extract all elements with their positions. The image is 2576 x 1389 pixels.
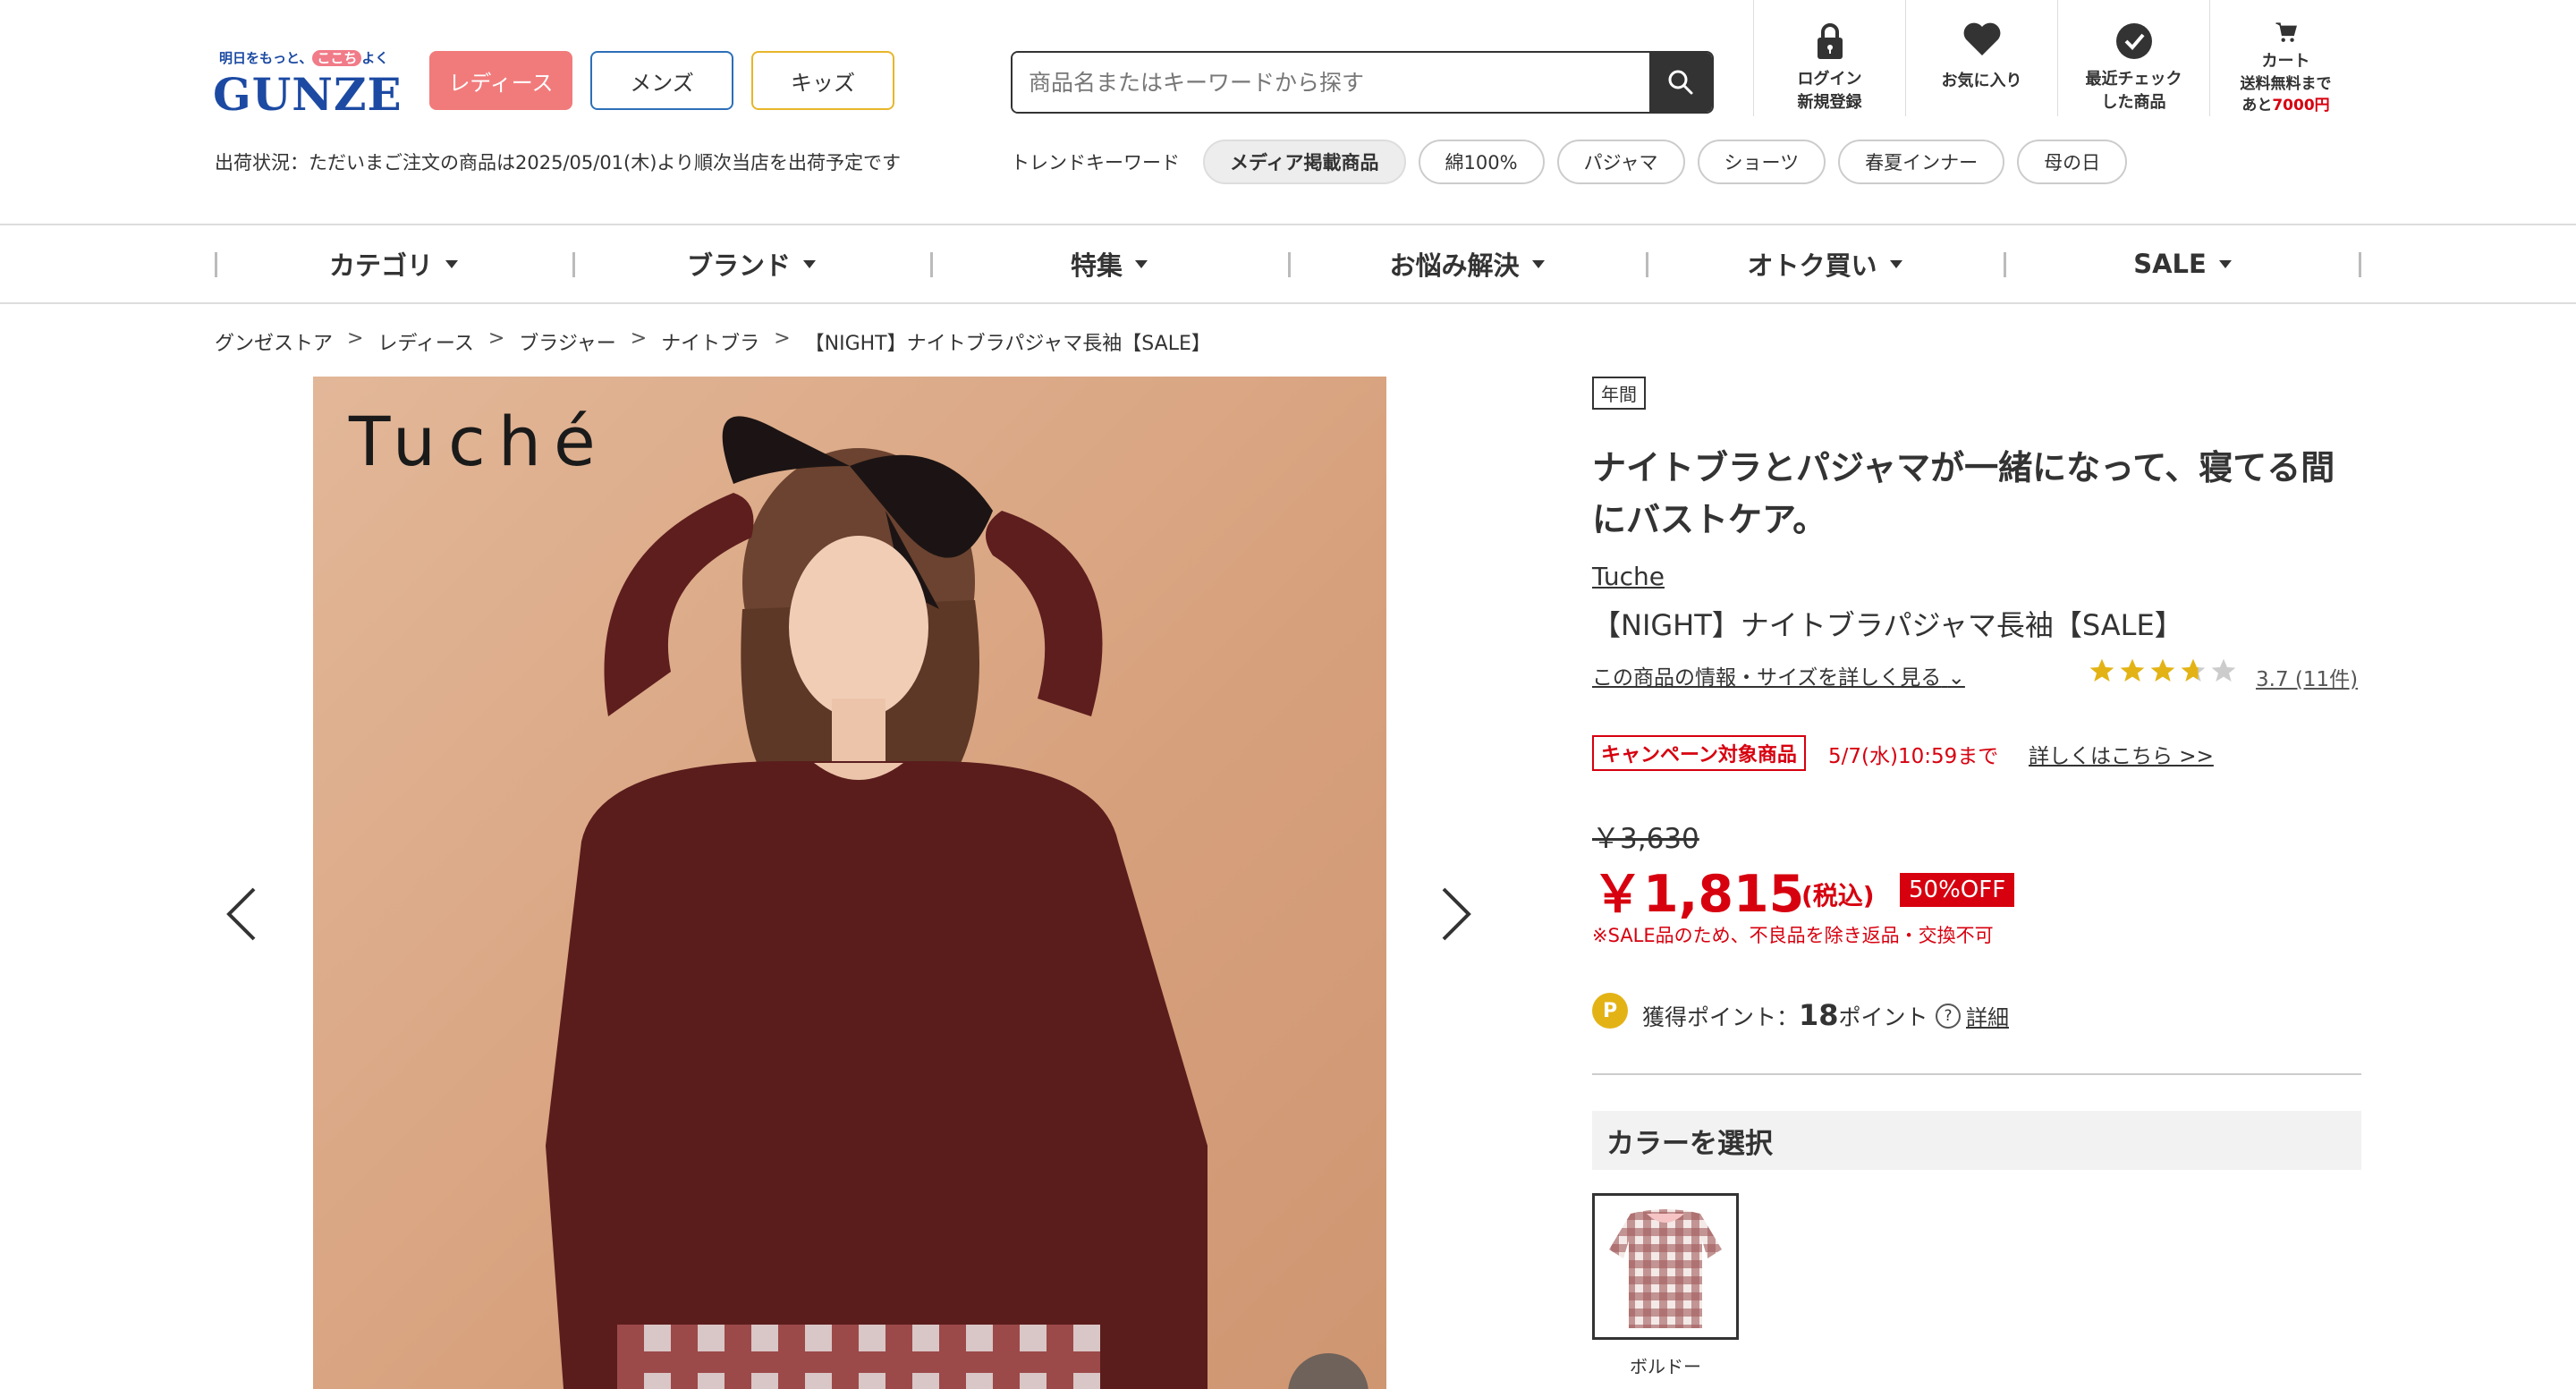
nav-category[interactable]: カテゴリ bbox=[215, 225, 572, 302]
nav-sale[interactable]: SALE bbox=[2004, 225, 2361, 302]
recent-label: 最近チェック した商品 bbox=[2085, 70, 2182, 112]
lock-icon bbox=[1817, 23, 1843, 59]
breadcrumb: グンゼストア > レディース > ブラジャー > ナイトブラ > 【NIGHT】ナイトブ… bbox=[215, 327, 1211, 356]
search-button[interactable] bbox=[1649, 53, 1712, 112]
shipping-status: 出荷状況：ただいまご注文の商品は2025/05/01(木)より順次当店を出荷予定… bbox=[215, 152, 902, 174]
color-swatch-label: ボルドー bbox=[1630, 1356, 1701, 1377]
question-icon: ? bbox=[1936, 1003, 1961, 1029]
swatch-thumbnail bbox=[1609, 1209, 1722, 1328]
trend-tag[interactable]: 綿100% bbox=[1418, 140, 1545, 184]
product-photo-illustration bbox=[546, 416, 1208, 1389]
points-help-link[interactable]: ? 詳細 bbox=[1936, 1000, 2009, 1031]
prev-image-button[interactable] bbox=[224, 885, 259, 946]
product-detail-link[interactable]: この商品の情報・サイズを詳しく見る ⌄ bbox=[1592, 660, 1965, 690]
trend-tag[interactable]: メディア掲載商品 bbox=[1203, 140, 1406, 184]
campaign-date: 5/7(水)10:59まで bbox=[1828, 745, 1999, 768]
tab-mens[interactable]: メンズ bbox=[590, 51, 733, 110]
trend-tag[interactable]: 母の日 bbox=[2017, 140, 2128, 184]
color-swatch-bordeaux[interactable] bbox=[1592, 1193, 1739, 1340]
discount-badge: 50%OFF bbox=[1900, 873, 2015, 907]
original-price: ￥3,630 bbox=[1592, 823, 1699, 855]
tab-kids[interactable]: キッズ bbox=[751, 51, 894, 110]
breadcrumb-item[interactable]: ナイトブラ bbox=[661, 327, 759, 356]
tab-ladies[interactable]: レディース bbox=[429, 51, 572, 110]
points-text: 獲得ポイント：18ポイント bbox=[1642, 998, 1928, 1032]
breadcrumb-item[interactable]: ブラジャー bbox=[519, 327, 615, 356]
header-icons: ログイン 新規登録 お気に入り 最近チェック した商品 カート 送料無料まで あと… bbox=[1753, 0, 2361, 116]
star-icon bbox=[2181, 658, 2206, 682]
chevron-right-icon bbox=[1442, 887, 1471, 941]
trend-tags: メディア掲載商品 綿100% パジャマ ショーツ 春夏インナー 母の日 bbox=[1203, 140, 2128, 184]
brand-link[interactable]: Tuche bbox=[1592, 562, 1665, 591]
caret-down-icon bbox=[803, 259, 816, 268]
image-brand-logo: Tuché bbox=[349, 402, 608, 481]
product-image[interactable]: Tuché bbox=[313, 377, 1386, 1389]
product-name: 【NIGHT】ナイトブラパジャマ長袖【SALE】 bbox=[1592, 608, 2183, 642]
star-icon bbox=[2089, 658, 2114, 682]
cart-label: カート bbox=[2261, 52, 2310, 71]
search-input[interactable] bbox=[1013, 53, 1649, 112]
campaign-link[interactable]: 詳しくはこちら >> bbox=[2029, 739, 2214, 769]
sale-note: ※SALE品のため、不良品を除き返品・交換不可 bbox=[1592, 925, 1994, 946]
trend-tag[interactable]: 春夏インナー bbox=[1838, 140, 2005, 184]
trend-label: トレンドキーワード bbox=[1011, 152, 1180, 174]
breadcrumb-current: 【NIGHT】ナイトブラパジャマ長袖【SALE】 bbox=[804, 333, 1211, 355]
cart-button[interactable]: カート 送料無料まで あと7000円 bbox=[2209, 0, 2361, 116]
chevron-left-icon bbox=[226, 887, 256, 941]
nav-feature[interactable]: 特集 bbox=[930, 225, 1288, 302]
cart-icon bbox=[2275, 22, 2297, 42]
caret-down-icon bbox=[1135, 259, 1148, 268]
next-image-button[interactable] bbox=[1438, 885, 1474, 946]
check-circle-icon bbox=[2115, 23, 2152, 59]
breadcrumb-item[interactable]: レディース bbox=[377, 327, 473, 356]
chevron-down-icon: ⌄ bbox=[1947, 666, 1965, 690]
star-icon bbox=[2150, 658, 2175, 682]
rating-stars bbox=[2088, 656, 2238, 685]
caret-down-icon bbox=[1531, 259, 1545, 268]
search-box bbox=[1011, 51, 1714, 114]
nav-deals[interactable]: オトク買い bbox=[1646, 225, 2004, 302]
login-label: ログイン 新規登録 bbox=[1797, 70, 1862, 112]
star-icon bbox=[2120, 658, 2145, 682]
heart-icon bbox=[1963, 22, 2000, 55]
favorite-button[interactable]: お気に入り bbox=[1905, 0, 2057, 116]
caret-down-icon bbox=[1889, 259, 1902, 268]
tax-label: (税込) bbox=[1801, 881, 1875, 910]
caret-down-icon bbox=[2218, 259, 2232, 268]
campaign-badge: キャンペーン対象商品 bbox=[1592, 735, 1806, 771]
search-icon bbox=[1668, 70, 1693, 95]
favorite-label: お気に入り bbox=[1941, 72, 2022, 90]
login-button[interactable]: ログイン 新規登録 bbox=[1753, 0, 1905, 116]
star-icon bbox=[2211, 658, 2236, 682]
divider bbox=[1592, 1073, 2361, 1075]
gunze-logo[interactable]: GUNZE bbox=[213, 68, 402, 121]
divider bbox=[0, 302, 2576, 304]
nav-brand[interactable]: ブランド bbox=[572, 225, 930, 302]
global-nav: カテゴリ ブランド 特集 お悩み解決 オトク買い SALE bbox=[215, 225, 2361, 302]
trend-tag[interactable]: パジャマ bbox=[1556, 140, 1685, 184]
cart-free-shipping-note: 送料無料まで あと7000円 bbox=[2240, 75, 2332, 114]
caret-down-icon bbox=[445, 259, 458, 268]
rating-link[interactable]: 3.7 (11件) bbox=[2256, 662, 2358, 692]
sale-price: ￥1,815 bbox=[1592, 865, 1805, 924]
recent-button[interactable]: 最近チェック した商品 bbox=[2057, 0, 2209, 116]
trend-tag[interactable]: ショーツ bbox=[1697, 140, 1826, 184]
nav-concerns[interactable]: お悩み解決 bbox=[1288, 225, 1646, 302]
logo-tagline: 明日をもっと、 ここち よく bbox=[219, 50, 389, 66]
points-icon: P bbox=[1592, 993, 1628, 1029]
color-select-heading: カラーを選択 bbox=[1592, 1111, 2361, 1170]
product-catch-copy: ナイトブラとパジャマが一緒になって、寝てる間にバストケア。 bbox=[1592, 448, 2335, 539]
breadcrumb-item[interactable]: グンゼストア bbox=[215, 327, 333, 356]
year-round-badge: 年間 bbox=[1592, 377, 1646, 410]
